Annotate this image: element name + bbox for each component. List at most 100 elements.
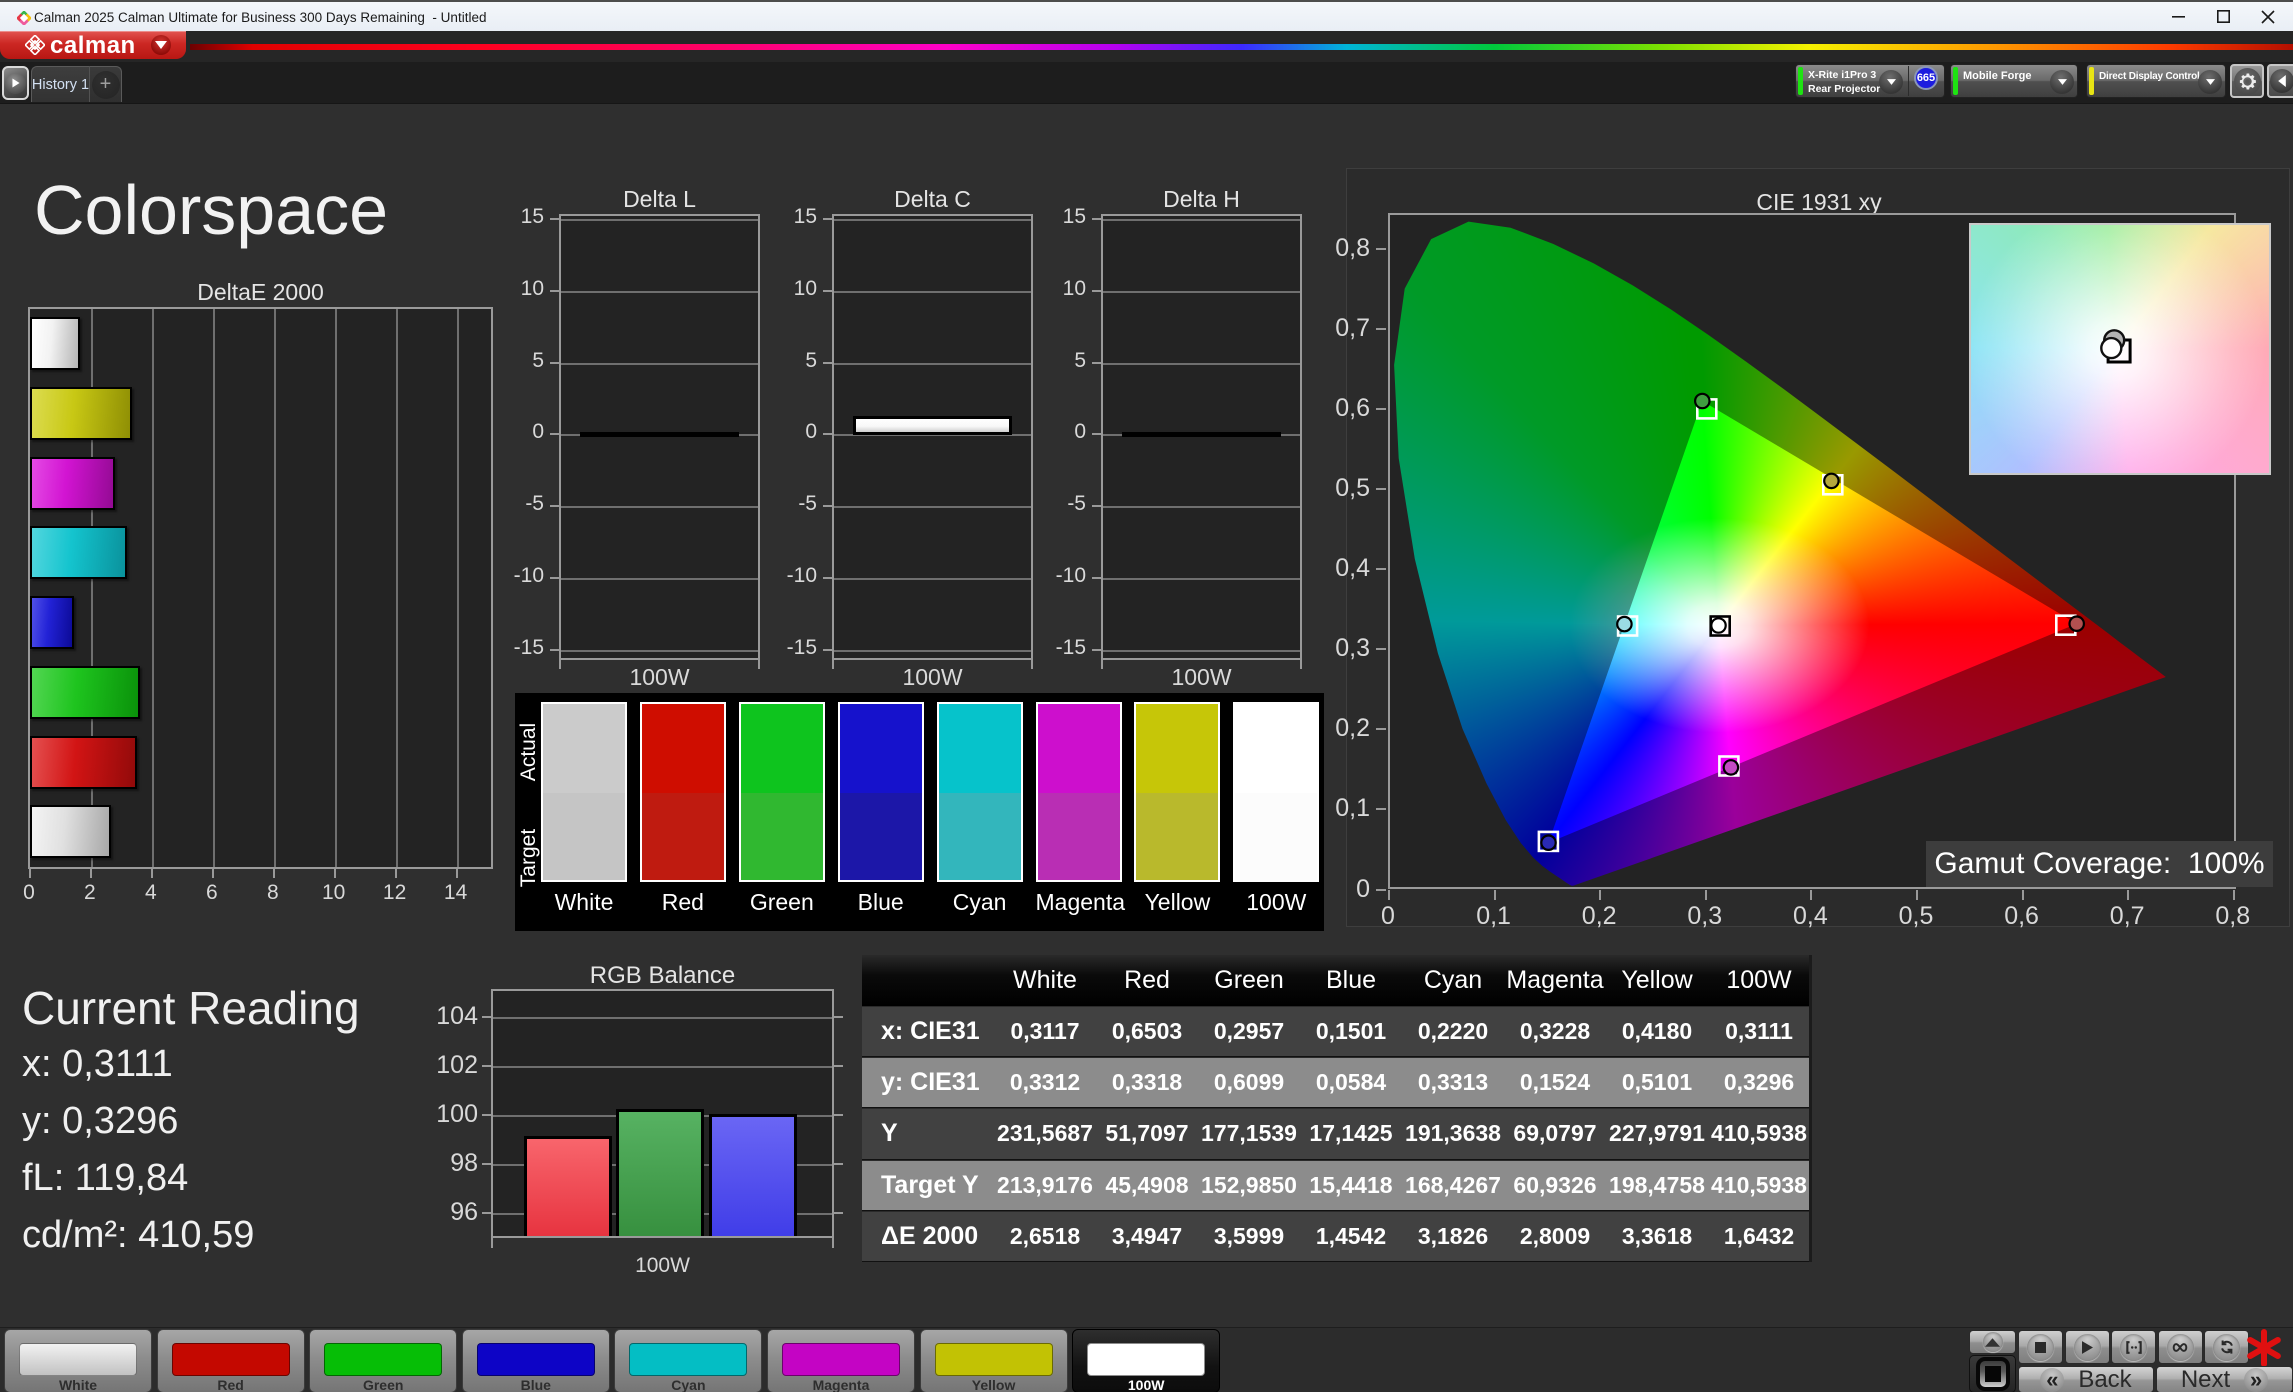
patch-button-yellow[interactable]: Yellow — [920, 1329, 1068, 1392]
patch-swatch — [935, 1343, 1053, 1376]
calman-menu-button[interactable]: calman — [0, 31, 186, 59]
tick-mark — [1092, 362, 1101, 364]
y-tick-label: -5 — [490, 492, 544, 516]
close-button[interactable] — [2246, 2, 2290, 31]
patch-button-white[interactable]: White — [4, 1329, 152, 1392]
patch-button-magenta[interactable]: Magenta — [767, 1329, 915, 1392]
transport-refresh-button[interactable] — [2204, 1330, 2249, 1364]
transport-eject-button[interactable] — [1969, 1330, 2016, 1354]
cell-value: 0,1524 — [1504, 1058, 1606, 1107]
tick-mark — [1092, 649, 1101, 651]
x-tick-label: 0,1 — [1464, 902, 1524, 931]
maximize-button[interactable] — [2201, 2, 2245, 31]
x-tick-label: 0,3 — [1675, 902, 1735, 931]
cell-value: 0,3313 — [1402, 1058, 1504, 1107]
y-tick-label: -15 — [763, 636, 817, 660]
patch-label: Yellow — [921, 1377, 1067, 1392]
x-tick-label: 10 — [314, 881, 354, 905]
deltae-bar-magenta — [30, 457, 115, 510]
swatch-actual — [840, 704, 922, 793]
collapse-toolbar-button[interactable] — [2267, 64, 2293, 98]
swatch-target — [840, 793, 922, 880]
y-tick-label: 0 — [1032, 420, 1086, 444]
tick-mark — [1092, 577, 1101, 579]
transport-frame-button[interactable] — [2111, 1330, 2156, 1364]
swatch-label: Cyan — [937, 889, 1023, 916]
x-tick-label: 2 — [70, 881, 110, 905]
swatch-target — [741, 793, 823, 880]
tick-mark — [1376, 408, 1386, 410]
cell-value: 227,9791 — [1606, 1109, 1708, 1158]
x-tick-label: 0,2 — [1569, 902, 1629, 931]
patch-button-green[interactable]: Green — [309, 1329, 457, 1392]
gridline — [561, 578, 758, 580]
play-icon — [2074, 1334, 2101, 1361]
cell-value: 0,4180 — [1606, 1007, 1708, 1056]
swatch-label: White — [541, 889, 627, 916]
y-tick-label: 15 — [490, 205, 544, 229]
deltaC-bar — [853, 416, 1012, 435]
patch-label: Red — [158, 1377, 304, 1392]
patch-button-red[interactable]: Red — [157, 1329, 305, 1392]
patch-swatch — [172, 1343, 290, 1376]
cell-value: 168,4267 — [1402, 1161, 1504, 1210]
row-label: ΔE 2000 — [862, 1212, 994, 1261]
table-row-5: ΔE 20002,65183,49473,59991,45423,18262,8… — [862, 1211, 1809, 1261]
calman-logo-icon — [25, 35, 45, 55]
page-title: Colorspace — [34, 170, 388, 250]
y-tick-label: 0 — [763, 420, 817, 444]
back-button[interactable]: «Back — [2018, 1366, 2154, 1392]
workflow-flyout-button[interactable] — [2, 66, 29, 100]
patch-button-100w[interactable]: 100W — [1072, 1329, 1220, 1392]
display-control-dropdown[interactable]: Direct Display Control — [2086, 64, 2226, 98]
tick-mark — [1376, 889, 1386, 891]
transport-play-button[interactable] — [2065, 1330, 2110, 1364]
row-label: Y — [862, 1109, 994, 1158]
results-table-box: WhiteRedGreenBlueCyanMagentaYellow100Wx:… — [862, 955, 1812, 1262]
swatch-green — [739, 702, 825, 882]
patch-swatch — [629, 1343, 747, 1376]
swatch-actual — [1136, 704, 1218, 793]
swatch-actual — [543, 704, 625, 793]
stop-measuring-button[interactable] — [1969, 1355, 2016, 1392]
tick-mark — [1705, 890, 1707, 900]
gridline — [396, 309, 398, 867]
source-dropdown[interactable]: Mobile Forge — [1950, 64, 2078, 98]
swatch-100w — [1233, 702, 1319, 882]
tick-mark — [90, 869, 92, 878]
gridline — [1103, 578, 1300, 580]
y-tick-label: -5 — [763, 492, 817, 516]
gridline — [834, 219, 1031, 221]
patch-button-cyan[interactable]: Cyan — [614, 1329, 762, 1392]
deltae-bar-blue — [30, 596, 74, 649]
cell-value: 3,5999 — [1198, 1212, 1300, 1261]
cell-value: 0,6503 — [1096, 1007, 1198, 1056]
transport-loop-button[interactable] — [2158, 1330, 2203, 1364]
infinity-icon — [2167, 1334, 2194, 1361]
patch-swatch — [782, 1343, 900, 1376]
rgb-bar-blue — [709, 1114, 797, 1236]
tick-mark — [823, 433, 832, 435]
x-tick-label: 8 — [253, 881, 293, 905]
next-button[interactable]: Next» — [2156, 1366, 2293, 1392]
tick-mark — [1376, 248, 1386, 250]
add-tab-button[interactable]: + — [89, 66, 122, 102]
tab-history-1[interactable]: History 1 — [31, 66, 89, 102]
calman-logo-text: calman — [50, 32, 136, 60]
cell-value: 410,5938 — [1708, 1109, 1810, 1158]
swatch-label: Green — [739, 889, 825, 916]
minimize-button[interactable] — [2156, 2, 2200, 31]
tick-mark — [1092, 218, 1101, 220]
transport-stop-button[interactable] — [2018, 1330, 2063, 1364]
settings-button[interactable] — [2230, 64, 2264, 98]
y-tick-label: -5 — [1032, 492, 1086, 516]
cell-value: 69,0797 — [1504, 1109, 1606, 1158]
swatch-label: 100W — [1233, 889, 1319, 916]
tick-mark — [482, 1163, 491, 1165]
app-window: Calman 2025 Calman Ultimate for Business… — [0, 0, 2293, 1392]
rgb-balance-plot — [491, 989, 834, 1238]
y-tick-label: -10 — [490, 564, 544, 588]
gridline — [493, 1066, 832, 1068]
swatch-white — [541, 702, 627, 882]
patch-button-blue[interactable]: Blue — [462, 1329, 610, 1392]
